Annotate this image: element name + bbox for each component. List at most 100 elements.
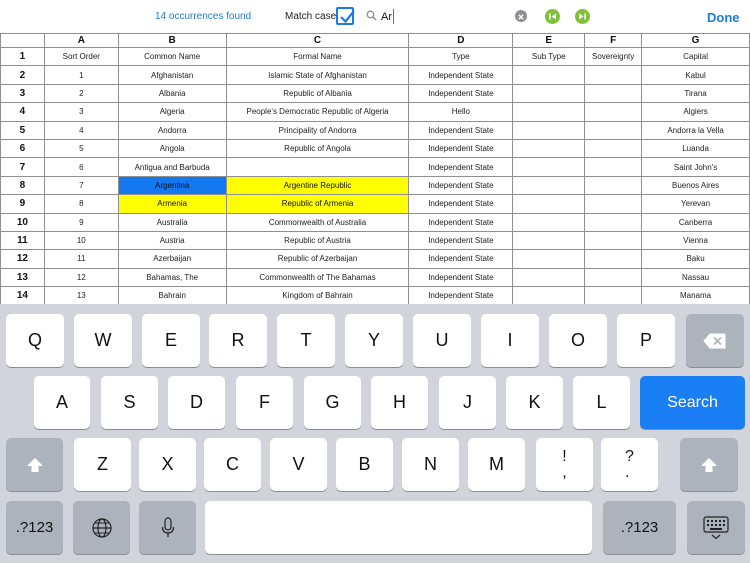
row-header[interactable]: 1 <box>0 46 45 67</box>
clear-icon[interactable] <box>515 10 527 22</box>
globe-key[interactable] <box>73 501 130 554</box>
cell-c4[interactable]: People's Democratic Republic of Algeria <box>225 102 410 122</box>
column-header[interactable]: B <box>117 33 227 48</box>
cell-a1[interactable]: Sort Order <box>43 46 119 67</box>
cell-e2[interactable] <box>512 65 586 85</box>
keyboard-dismiss-key[interactable] <box>687 501 745 554</box>
cell-g6[interactable]: Luanda <box>641 138 750 159</box>
key-g[interactable]: G <box>304 376 361 429</box>
row-header[interactable]: 4 <box>0 102 45 122</box>
key-m[interactable]: M <box>468 438 525 491</box>
numbers-key-left[interactable]: .?123 <box>6 501 63 554</box>
cell-c11[interactable]: Republic of Austria <box>225 230 410 251</box>
cell-b6[interactable]: Angola <box>117 138 227 159</box>
cell-a11[interactable]: 10 <box>43 230 119 251</box>
cell-f12[interactable] <box>584 249 643 269</box>
cell-g9[interactable]: Yerevan <box>641 194 750 214</box>
key-o[interactable]: O <box>549 314 607 367</box>
cell-d1[interactable]: Type <box>408 46 514 67</box>
cell-g2[interactable]: Kabul <box>641 65 750 85</box>
corner-cell[interactable] <box>0 33 45 48</box>
cell-d11[interactable]: Independent State <box>408 230 514 251</box>
key-question-period[interactable]: ? . <box>601 438 658 491</box>
key-l[interactable]: L <box>573 376 630 429</box>
cell-c6[interactable]: Republic of Angola <box>225 138 410 159</box>
row-header[interactable]: 10 <box>0 212 45 232</box>
row-header[interactable]: 8 <box>0 175 45 196</box>
key-a[interactable]: A <box>34 376 90 429</box>
cell-e14[interactable] <box>512 286 586 306</box>
cell-a3[interactable]: 2 <box>43 83 119 104</box>
cell-a7[interactable]: 6 <box>43 157 119 177</box>
search-key[interactable]: Search <box>640 376 745 429</box>
key-e[interactable]: E <box>142 314 200 367</box>
row-header[interactable]: 3 <box>0 83 45 104</box>
cell-g14[interactable]: Manama <box>641 286 750 306</box>
cell-g13[interactable]: Nassau <box>641 267 750 288</box>
key-exclaim-comma[interactable]: ! , <box>536 438 593 491</box>
shift-key-left[interactable] <box>6 438 63 491</box>
cell-c8[interactable]: Argentine Republic <box>225 175 410 196</box>
cell-c12[interactable]: Republic of Azerbaijan <box>225 249 410 269</box>
cell-b12[interactable]: Azerbaijan <box>117 249 227 269</box>
cell-a12[interactable]: 11 <box>43 249 119 269</box>
row-header[interactable]: 2 <box>0 65 45 85</box>
backspace-key[interactable] <box>686 314 744 367</box>
cell-d8[interactable]: Independent State <box>408 175 514 196</box>
cell-a6[interactable]: 5 <box>43 138 119 159</box>
row-header[interactable]: 13 <box>0 267 45 288</box>
cell-f11[interactable] <box>584 230 643 251</box>
cell-e10[interactable] <box>512 212 586 232</box>
key-f[interactable]: F <box>236 376 293 429</box>
cell-d10[interactable]: Independent State <box>408 212 514 232</box>
row-header[interactable]: 6 <box>0 138 45 159</box>
key-i[interactable]: I <box>481 314 539 367</box>
cell-d6[interactable]: Independent State <box>408 138 514 159</box>
search-input[interactable]: Ar <box>381 11 392 23</box>
key-s[interactable]: S <box>101 376 158 429</box>
key-x[interactable]: X <box>139 438 196 491</box>
done-button[interactable]: Done <box>707 10 740 25</box>
cell-b1[interactable]: Common Name <box>117 46 227 67</box>
key-z[interactable]: Z <box>74 438 131 491</box>
key-d[interactable]: D <box>168 376 225 429</box>
cell-g11[interactable]: Vienna <box>641 230 750 251</box>
row-header[interactable]: 12 <box>0 249 45 269</box>
cell-b10[interactable]: Australia <box>117 212 227 232</box>
cell-b7[interactable]: Antigua and Barbuda <box>117 157 227 177</box>
cell-d2[interactable]: Independent State <box>408 65 514 85</box>
cell-b2[interactable]: Afghanistan <box>117 65 227 85</box>
column-header[interactable]: G <box>641 33 750 48</box>
key-v[interactable]: V <box>270 438 327 491</box>
cell-g5[interactable]: Andorra la Vella <box>641 120 750 140</box>
cell-f10[interactable] <box>584 212 643 232</box>
match-case-checkbox[interactable] <box>336 7 355 25</box>
cell-e11[interactable] <box>512 230 586 251</box>
cell-c7[interactable] <box>225 157 410 177</box>
cell-b4[interactable]: Algeria <box>117 102 227 122</box>
cell-c5[interactable]: Principality of Andorra <box>225 120 410 140</box>
row-header[interactable]: 5 <box>0 120 45 140</box>
cell-a8[interactable]: 7 <box>43 175 119 196</box>
row-header[interactable]: 7 <box>0 157 45 177</box>
column-header[interactable]: D <box>408 33 514 48</box>
cell-b13[interactable]: Bahamas, The <box>117 267 227 288</box>
cell-e7[interactable] <box>512 157 586 177</box>
key-u[interactable]: U <box>413 314 471 367</box>
cell-g10[interactable]: Canberra <box>641 212 750 232</box>
cell-f2[interactable] <box>584 65 643 85</box>
key-h[interactable]: H <box>371 376 428 429</box>
cell-d13[interactable]: Independent State <box>408 267 514 288</box>
cell-c9[interactable]: Republic of Armenia <box>225 194 410 214</box>
cell-g1[interactable]: Capital <box>641 46 750 67</box>
cell-f13[interactable] <box>584 267 643 288</box>
cell-d12[interactable]: Independent State <box>408 249 514 269</box>
cell-f7[interactable] <box>584 157 643 177</box>
key-y[interactable]: Y <box>345 314 403 367</box>
key-n[interactable]: N <box>402 438 459 491</box>
key-k[interactable]: K <box>506 376 563 429</box>
dictation-key[interactable] <box>139 501 196 554</box>
column-header[interactable]: A <box>43 33 119 48</box>
cell-e4[interactable] <box>512 102 586 122</box>
cell-d5[interactable]: Independent State <box>408 120 514 140</box>
